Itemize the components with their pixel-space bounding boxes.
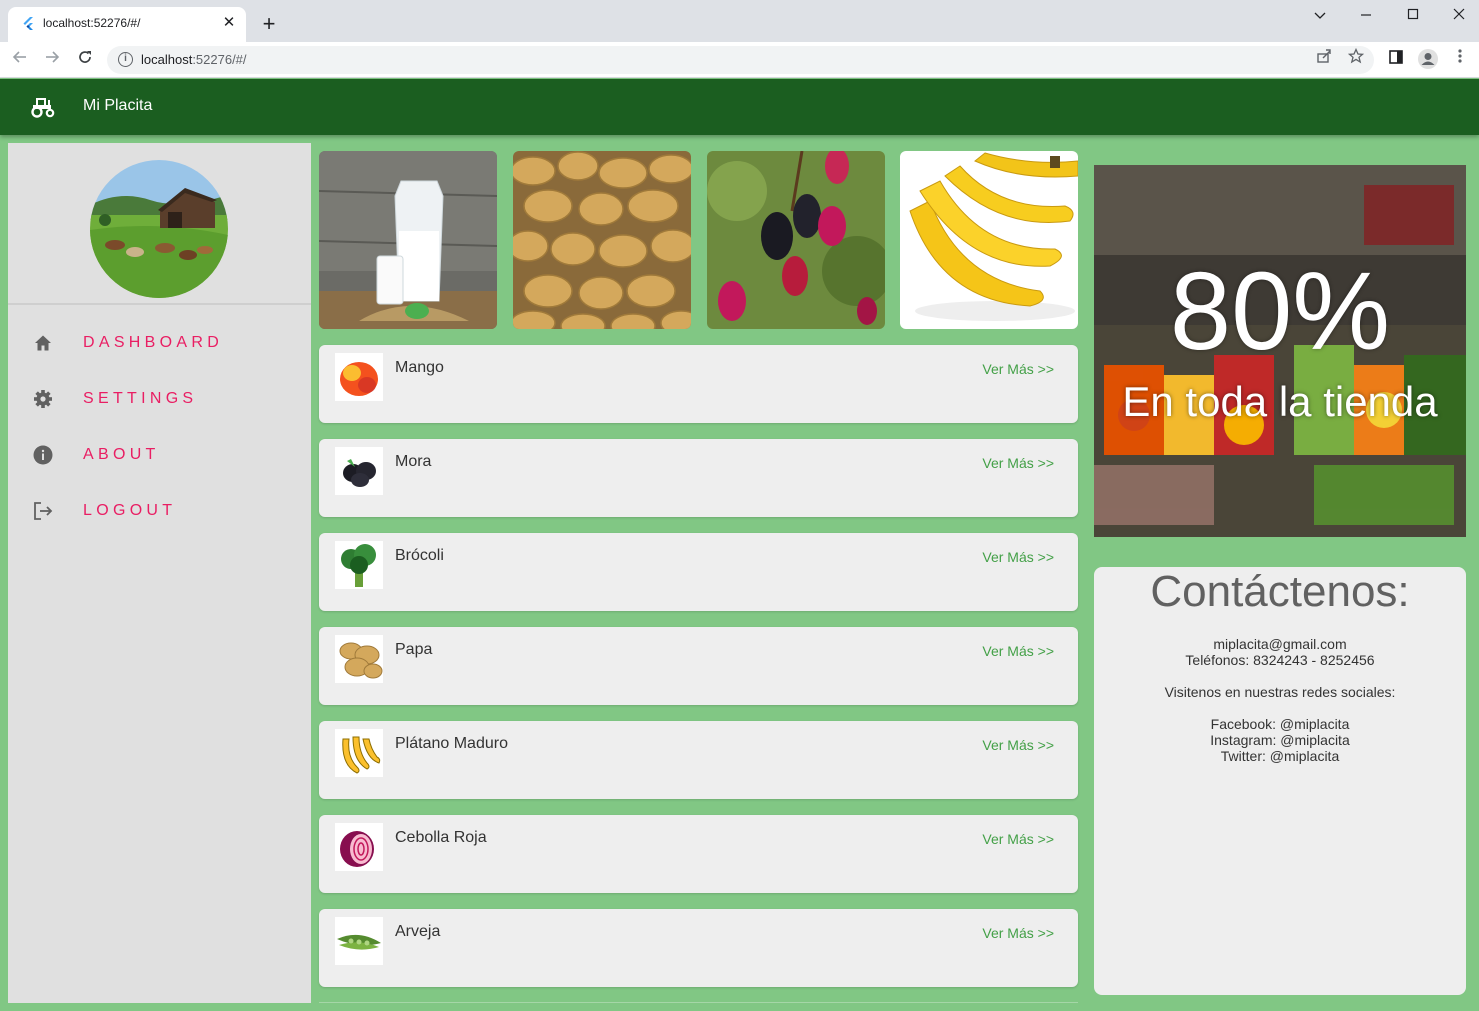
product-name: Arveja	[395, 923, 441, 940]
sidebar: DASHBOARD SETTINGS ABOUT LOGOUT	[8, 143, 311, 1003]
contact-instagram: Instagram: @miplacita	[1210, 732, 1350, 748]
info-icon	[33, 445, 53, 465]
sidebar-item-dashboard[interactable]: DASHBOARD	[8, 320, 311, 368]
farm-avatar	[90, 160, 228, 298]
close-window-icon[interactable]	[1436, 4, 1479, 26]
side-panel-icon[interactable]	[1384, 48, 1408, 72]
product-card-platano-maduro[interactable]: Plátano Maduro Ver Más >>	[319, 721, 1078, 799]
ver-mas-link[interactable]: Ver Más >>	[982, 831, 1054, 847]
mango-image	[335, 353, 383, 401]
menu-dots-icon[interactable]	[1448, 48, 1472, 72]
sidebar-item-label: ABOUT	[83, 446, 160, 463]
product-card-cebolla-roja[interactable]: Cebolla Roja Ver Más >>	[319, 815, 1078, 893]
banana-image	[335, 729, 383, 777]
product-name: Mora	[395, 453, 432, 470]
blackberry-image	[335, 447, 383, 495]
product-card-brocoli[interactable]: Brócoli Ver Más >>	[319, 533, 1078, 611]
product-card-mora[interactable]: Mora Ver Más >>	[319, 439, 1078, 517]
tractor-icon[interactable]	[30, 95, 56, 119]
product-name: Mango	[395, 359, 444, 376]
product-card-arveja[interactable]: Arveja Ver Más >>	[319, 909, 1078, 987]
product-card-mango[interactable]: Mango Ver Más >>	[319, 345, 1078, 423]
url-text: localhost:52276/#/	[141, 52, 247, 67]
bananas-image[interactable]	[900, 151, 1078, 329]
sidebar-divider	[8, 303, 311, 305]
sidebar-item-about[interactable]: ABOUT	[8, 432, 311, 480]
minimize-icon[interactable]	[1343, 4, 1389, 26]
app-title: Mi Placita	[83, 97, 153, 114]
contact-facebook: Facebook: @miplacita	[1210, 716, 1350, 732]
list-bottom-divider	[319, 1002, 1078, 1003]
maximize-icon[interactable]	[1390, 4, 1436, 26]
ver-mas-link[interactable]: Ver Más >>	[982, 925, 1054, 941]
profile-icon[interactable]	[1416, 48, 1440, 72]
product-name: Cebolla Roja	[395, 829, 487, 846]
product-card-papa[interactable]: Papa Ver Más >>	[319, 627, 1078, 705]
ver-mas-link[interactable]: Ver Más >>	[982, 361, 1054, 377]
tab-title: localhost:52276/#/	[43, 16, 141, 30]
tab-search-icon[interactable]	[1297, 4, 1343, 26]
potato-image	[335, 635, 383, 683]
flutter-icon	[23, 17, 33, 30]
ver-mas-link[interactable]: Ver Más >>	[982, 549, 1054, 565]
bookmark-star-icon[interactable]	[1344, 47, 1368, 72]
site-info-icon[interactable]: i	[118, 52, 133, 67]
contact-email: miplacita@gmail.com	[1213, 636, 1347, 652]
sidebar-item-label: LOGOUT	[83, 502, 177, 519]
potatoes-image[interactable]	[513, 151, 691, 329]
new-tab-button[interactable]: +	[257, 12, 281, 36]
red-onion-image	[335, 823, 383, 871]
sidebar-item-label: SETTINGS	[83, 390, 198, 407]
contact-info: miplacita@gmail.com Teléfonos: 8324243 -…	[1094, 636, 1466, 764]
sidebar-item-label: DASHBOARD	[83, 334, 224, 351]
ver-mas-link[interactable]: Ver Más >>	[982, 737, 1054, 753]
product-name: Brócoli	[395, 547, 444, 564]
browser-tab-bar: localhost:52276/#/ ✕ +	[0, 0, 1479, 42]
app-bar: Mi Placita	[0, 79, 1479, 135]
promo-banner[interactable]: 80% En toda la tienda	[1094, 165, 1466, 537]
promo-percent: 80%	[1169, 250, 1391, 373]
browser-toolbar: i localhost:52276/#/	[0, 42, 1479, 78]
ver-mas-link[interactable]: Ver Más >>	[982, 643, 1054, 659]
peas-image	[335, 917, 383, 965]
address-bar[interactable]: i localhost:52276/#/	[107, 46, 1374, 74]
gear-icon	[34, 390, 52, 408]
browser-tab[interactable]: localhost:52276/#/ ✕	[8, 7, 246, 42]
contact-phones: Teléfonos: 8324243 - 8252456	[1185, 652, 1375, 668]
contact-panel: Contáctenos: miplacita@gmail.com Teléfon…	[1094, 567, 1466, 995]
share-icon[interactable]	[1312, 48, 1336, 72]
contact-title: Contáctenos:	[1150, 567, 1410, 616]
reload-icon[interactable]	[73, 48, 97, 72]
promo-subtitle: En toda la tienda	[1122, 378, 1438, 425]
blackberries-image[interactable]	[707, 151, 885, 329]
product-name: Plátano Maduro	[395, 735, 508, 752]
sidebar-item-settings[interactable]: SETTINGS	[8, 376, 311, 424]
back-icon[interactable]	[8, 48, 32, 72]
home-icon	[35, 335, 51, 351]
close-tab-icon[interactable]: ✕	[220, 14, 238, 32]
broccoli-image	[335, 541, 383, 589]
forward-icon[interactable]	[40, 48, 64, 72]
milk-image[interactable]	[319, 151, 497, 329]
contact-twitter: Twitter: @miplacita	[1220, 748, 1340, 764]
logout-icon	[34, 502, 53, 520]
ver-mas-link[interactable]: Ver Más >>	[982, 455, 1054, 471]
sidebar-item-logout[interactable]: LOGOUT	[8, 488, 311, 536]
product-name: Papa	[395, 641, 433, 658]
contact-social-intro: Visitenos en nuestras redes sociales:	[1164, 684, 1396, 700]
